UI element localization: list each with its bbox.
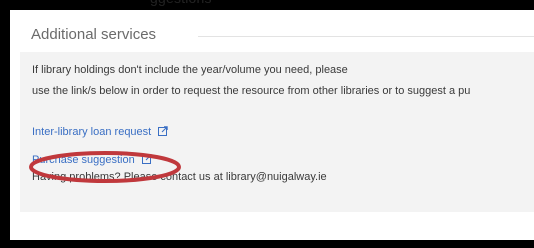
section-header: Additional services bbox=[20, 23, 534, 47]
purchase-suggestion-label: Purchase suggestion bbox=[32, 154, 135, 166]
section-title: Additional services bbox=[31, 26, 157, 43]
info-text-line-2: use the link/s below in order to request… bbox=[32, 85, 471, 97]
external-link-icon bbox=[141, 154, 152, 164]
services-content-box: If library holdings don't include the ye… bbox=[20, 52, 534, 212]
section-divider bbox=[198, 36, 534, 37]
cropped-heading: ggestions bbox=[150, 0, 212, 6]
screenshot-frame: ggestions Additional services If library… bbox=[0, 0, 534, 248]
interlibrary-loan-label: Inter-library loan request bbox=[32, 126, 152, 138]
purchase-suggestion-link[interactable]: Purchase suggestion bbox=[32, 154, 152, 166]
interlibrary-loan-link[interactable]: Inter-library loan request bbox=[32, 126, 168, 138]
help-contact-text: Having problems? Please contact us at li… bbox=[32, 171, 327, 183]
info-text-line-1: If library holdings don't include the ye… bbox=[32, 64, 348, 76]
external-link-icon bbox=[158, 126, 168, 136]
top-strip: ggestions bbox=[0, 0, 534, 8]
